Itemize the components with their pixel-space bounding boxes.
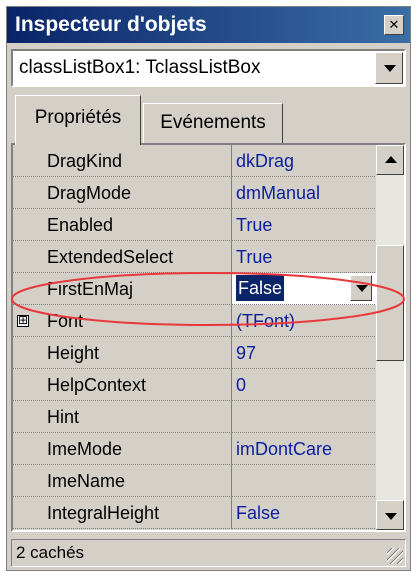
property-value-cell[interactable]: (TFont) [232, 305, 377, 337]
property-row[interactable]: Enabled True [13, 209, 377, 241]
property-name: Font [47, 311, 84, 331]
expand-icon[interactable]: ⊞ [17, 314, 29, 327]
tab-events-label: Evénements [160, 112, 266, 133]
property-value-cell[interactable] [232, 401, 377, 433]
close-icon[interactable]: ✕ [384, 15, 404, 35]
property-name-cell[interactable]: IntegralHeight [13, 497, 232, 529]
property-value: False [236, 275, 285, 301]
scrollbar-thumb[interactable] [376, 245, 404, 361]
property-name: ImeName [47, 471, 126, 491]
property-value-cell[interactable]: True [232, 241, 377, 273]
window-title: Inspecteur d'objets [15, 13, 207, 36]
property-name-cell[interactable]: Enabled [13, 209, 232, 241]
property-name: Enabled [47, 215, 114, 235]
property-name-cell[interactable]: DragKind [13, 145, 232, 177]
property-name-cell[interactable]: DragMode [13, 177, 232, 209]
property-row[interactable]: Height 97 [13, 337, 377, 369]
property-value-cell[interactable]: True [232, 209, 377, 241]
scroll-down-button[interactable] [376, 500, 404, 530]
property-row[interactable]: ImeMode imDontCare [13, 433, 377, 465]
property-value: False [236, 503, 281, 523]
property-value: dkDrag [236, 151, 295, 171]
property-name-cell[interactable]: Hint [13, 401, 232, 433]
property-name: DragKind [47, 151, 123, 171]
chevron-down-icon [384, 65, 396, 72]
property-value-editor[interactable]: False [234, 275, 372, 301]
vertical-scrollbar[interactable] [376, 145, 404, 530]
property-value: imDontCare [236, 439, 333, 459]
property-name-cell[interactable]: FirstEnMaj [13, 273, 232, 305]
property-name: ImeMode [47, 439, 123, 459]
tab-events[interactable]: Evénements [143, 103, 283, 143]
property-value-cell[interactable]: False [232, 273, 377, 305]
property-row[interactable]: Hint [13, 401, 377, 433]
object-inspector-window: Inspecteur d'objets ✕ classListBox1: Tcl… [6, 6, 411, 571]
property-name: Hint [47, 407, 80, 427]
selector-dropdown-button[interactable] [375, 52, 403, 84]
property-value-cell[interactable]: 0 [232, 369, 377, 401]
property-name-cell[interactable]: Height [13, 337, 232, 369]
property-row[interactable]: IntegralHeight False [13, 497, 377, 529]
arrow-up-icon [385, 156, 397, 163]
property-value-cell[interactable]: 97 [232, 337, 377, 369]
value-dropdown-button[interactable] [350, 275, 372, 301]
component-selector-value: classListBox1: TclassListBox [19, 57, 261, 78]
property-value-cell[interactable]: dkDrag [232, 145, 377, 177]
property-value: 97 [236, 343, 257, 363]
property-row[interactable]: DragKind dkDrag [13, 145, 377, 177]
property-row[interactable]: ⊞ Font (TFont) [13, 305, 377, 337]
property-name-cell[interactable]: ImeMode [13, 433, 232, 465]
scroll-up-button[interactable] [376, 145, 404, 175]
property-name: IntegralHeight [47, 503, 160, 523]
property-name: FirstEnMaj [47, 279, 134, 299]
property-name: Height [47, 343, 100, 363]
property-row[interactable]: HelpContext 0 [13, 369, 377, 401]
property-value-cell[interactable]: imDontCare [232, 433, 377, 465]
property-name-cell[interactable]: ExtendedSelect [13, 241, 232, 273]
property-row[interactable]: ExtendedSelect True [13, 241, 377, 273]
property-name-cell[interactable]: ⊞ Font [13, 305, 232, 337]
property-value-cell[interactable]: dmManual [232, 177, 377, 209]
property-name: HelpContext [47, 375, 147, 395]
property-value: 0 [236, 375, 247, 395]
property-name-cell[interactable]: ImeName [13, 465, 232, 497]
property-name-cell[interactable]: HelpContext [13, 369, 232, 401]
property-grid: DragKind dkDrag DragMode dmManual Enabled Tru… [11, 143, 406, 532]
property-value-cell[interactable] [232, 465, 377, 497]
title-bar[interactable]: Inspecteur d'objets ✕ [7, 7, 410, 43]
property-row[interactable]: DragMode dmManual [13, 177, 377, 209]
tab-properties-label: Propriétés [34, 107, 122, 128]
property-row[interactable]: FirstEnMaj False [13, 273, 377, 305]
chevron-down-icon [356, 285, 368, 292]
resize-grip-icon[interactable] [387, 548, 403, 564]
property-value: True [236, 247, 273, 267]
property-name: DragMode [47, 183, 132, 203]
component-selector[interactable]: classListBox1: TclassListBox [11, 49, 406, 87]
tab-properties[interactable]: Propriétés [15, 95, 141, 145]
property-row[interactable]: ImeName [13, 465, 377, 497]
property-value: dmManual [236, 183, 321, 203]
arrow-down-icon [385, 513, 397, 520]
property-value: True [236, 215, 273, 235]
property-value: (TFont) [236, 311, 296, 331]
property-value-cell[interactable]: False [232, 497, 377, 529]
hidden-count-text: 2 cachés [16, 543, 85, 562]
status-bar: 2 cachés [11, 539, 406, 567]
property-name: ExtendedSelect [47, 247, 174, 267]
